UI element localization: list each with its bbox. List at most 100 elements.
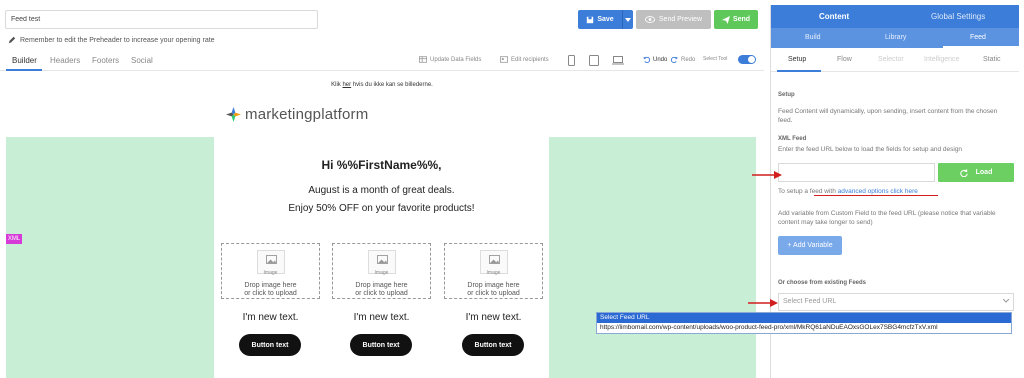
tab-intelligence: Intelligence — [924, 56, 960, 63]
greeting-heading[interactable]: Hi %%FirstName%%, — [214, 158, 549, 172]
floppy-icon — [587, 16, 594, 23]
image-icon — [377, 255, 388, 264]
drop-text: Drop image here or click to upload — [467, 282, 520, 297]
select-tool-toggle[interactable] — [738, 55, 756, 64]
view-link-prefix: Klik — [331, 82, 343, 88]
undo-button[interactable]: Undo — [643, 56, 667, 63]
custom-field-description: Add variable from Custom Field to the fe… — [778, 210, 996, 226]
view-link-her[interactable]: her — [342, 82, 351, 88]
brand-logo: marketingplatform — [226, 106, 368, 123]
send-button[interactable]: Send — [714, 10, 758, 29]
view-in-browser-text: Klik her hvis du ikke kan se billederne. — [0, 82, 764, 88]
image-label: Image — [263, 270, 278, 276]
email-button-3[interactable]: Button text — [462, 334, 524, 356]
load-label: Load — [975, 169, 993, 176]
desktop-view-icon[interactable] — [612, 56, 624, 65]
chevron-down-icon — [1003, 299, 1009, 303]
tablet-view-icon[interactable] — [589, 55, 599, 66]
image-drop-zone-1[interactable]: Image Drop image here or click to upload — [221, 243, 320, 299]
xml-feed-description: Enter the feed URL below to load the fie… — [778, 146, 963, 153]
paper-plane-icon — [721, 15, 730, 24]
drop-text: Drop image here or click to upload — [244, 282, 297, 297]
advanced-options-line: To setup a feed with advanced options cl… — [778, 188, 918, 195]
annotation-arrow-1-icon — [752, 171, 782, 179]
advanced-prefix: To setup a feed with — [778, 188, 838, 195]
mobile-view-icon[interactable] — [568, 55, 575, 66]
text-block-3[interactable]: I'm new text. — [444, 312, 543, 323]
feed-tabs: Setup Flow Selector Intelligence Static — [771, 48, 1019, 72]
tab-social[interactable]: Social — [131, 56, 153, 65]
recipients-icon — [500, 56, 508, 63]
update-data-fields-button[interactable]: Update Data Fields — [419, 56, 481, 63]
redo-icon — [671, 56, 678, 63]
xml-row-tag[interactable]: XML — [6, 234, 22, 244]
text-block-2[interactable]: I'm new text. — [332, 312, 431, 323]
setup-heading: Setup — [778, 92, 795, 98]
table-icon — [419, 56, 427, 63]
tab-library[interactable]: Library — [885, 34, 906, 41]
panel-sub-tabs: Build Library Feed — [771, 28, 1019, 48]
update-data-fields-label: Update Data Fields — [430, 56, 482, 63]
annotation-underline — [814, 195, 938, 196]
tab-static[interactable]: Static — [983, 56, 1001, 63]
save-label: Save — [597, 16, 614, 23]
row-background-left — [6, 137, 214, 378]
pencil-icon — [8, 36, 16, 44]
send-preview-label: Send Preview — [658, 16, 703, 23]
annotation-arrow-2-icon — [748, 299, 778, 307]
tab-footers[interactable]: Footers — [92, 56, 119, 65]
edit-recipients-button[interactable]: Edit recipients — [500, 56, 549, 63]
image-icon — [266, 255, 277, 264]
save-options-dropdown[interactable] — [622, 10, 633, 29]
redo-label: Redo — [681, 56, 696, 63]
tab-builder[interactable]: Builder — [12, 56, 37, 65]
logo-text: marketingplatform — [245, 106, 369, 123]
option-select-feed-url[interactable]: Select Feed URL — [597, 313, 1011, 323]
redo-button[interactable]: Redo — [671, 56, 695, 63]
drop-text: Drop image here or click to upload — [355, 282, 408, 297]
image-label: Image — [486, 270, 501, 276]
logo-mark-icon — [226, 107, 241, 122]
add-variable-button[interactable]: + Add Variable — [778, 236, 842, 255]
refresh-icon — [959, 168, 968, 177]
tab-headers[interactable]: Headers — [50, 56, 80, 65]
select-feed-placeholder: Select Feed URL — [783, 298, 837, 305]
tab-selector: Selector — [878, 56, 904, 63]
tab-flow[interactable]: Flow — [837, 56, 852, 63]
tab-build[interactable]: Build — [805, 34, 821, 41]
click-here-link[interactable]: click here — [890, 188, 917, 195]
feed-url-input[interactable] — [778, 163, 935, 182]
editor-tabs: Builder Headers Footers Social Update Da… — [0, 51, 764, 71]
tab-global-settings[interactable]: Global Settings — [931, 12, 985, 21]
select-tool-label: Select Tool — [703, 56, 728, 62]
row-background-right — [549, 137, 756, 378]
load-button[interactable]: Load — [938, 163, 1014, 182]
eye-icon — [644, 16, 655, 23]
undo-icon — [643, 56, 650, 63]
preheader-note-text: Remember to edit the Preheader to increa… — [20, 36, 215, 44]
text-block-1[interactable]: I'm new text. — [221, 312, 320, 323]
image-drop-zone-3[interactable]: Image Drop image here or click to upload — [444, 243, 543, 299]
tab-content[interactable]: Content — [819, 12, 849, 21]
offer-line-2[interactable]: Enjoy 50% OFF on your favorite products! — [214, 203, 549, 214]
tab-setup[interactable]: Setup — [788, 56, 806, 63]
email-button-2[interactable]: Button text — [350, 334, 412, 356]
offer-line-1[interactable]: August is a month of great deals. — [214, 185, 549, 196]
existing-feeds-heading: Or choose from existing Feeds — [778, 280, 867, 286]
subject-input[interactable] — [5, 10, 318, 29]
feed-url-options-list[interactable]: Select Feed URL https://limbomail.com/wp… — [596, 312, 1012, 334]
email-button-1[interactable]: Button text — [239, 334, 301, 356]
save-button[interactable]: Save — [578, 10, 633, 29]
tab-feed[interactable]: Feed — [970, 34, 986, 41]
image-drop-zone-2[interactable]: Image Drop image here or click to upload — [332, 243, 431, 299]
view-link-suffix: hvis du ikke kan se billederne. — [351, 82, 433, 88]
select-feed-url-dropdown[interactable]: Select Feed URL — [778, 293, 1014, 311]
option-feed-url[interactable]: https://limbomail.com/wp-content/uploads… — [597, 323, 1011, 333]
preheader-note: Remember to edit the Preheader to increa… — [8, 36, 215, 44]
send-preview-button[interactable]: Send Preview — [636, 10, 711, 29]
image-label: Image — [374, 270, 389, 276]
advanced-options-link[interactable]: advanced options — [838, 188, 889, 195]
undo-label: Undo — [653, 56, 668, 63]
active-tab-indicator — [6, 69, 42, 71]
active-feed-tab-indicator — [777, 70, 821, 72]
